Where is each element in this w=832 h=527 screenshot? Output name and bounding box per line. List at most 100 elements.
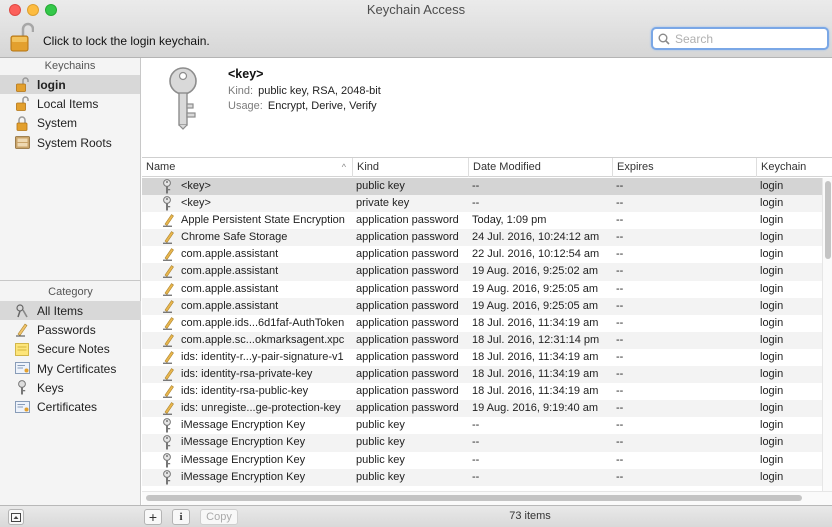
table-row[interactable]: ids: identity-rsa-private-key application…: [142, 366, 832, 384]
cell-keychain: login: [760, 180, 784, 192]
column-header-name[interactable]: Name ^: [142, 158, 352, 177]
password-pencil-icon: [162, 316, 176, 331]
sidebar-item-secure-notes[interactable]: Secure Notes: [0, 340, 141, 359]
cell-name: Apple Persistent State Encryption: [181, 214, 345, 227]
cell-date-modified: --: [472, 436, 480, 449]
table-body: <key> public key -- -- login <key> private key…: [142, 178, 832, 486]
cell-name: ids: unregiste...ge-protection-key: [181, 402, 341, 415]
certificate-icon: [14, 399, 30, 415]
password-pencil-icon: [162, 282, 176, 297]
cell-name: iMessage Encryption Key: [181, 453, 306, 466]
sidebar-item-system[interactable]: System: [0, 114, 140, 133]
cell-name: iMessage Encryption Key: [181, 419, 306, 432]
cell-date-modified: Today, 1:09 pm: [472, 214, 547, 227]
unlocked-padlock-icon: [14, 96, 30, 112]
cell-expires: --: [616, 419, 624, 432]
key-icon: [162, 418, 176, 433]
table-row[interactable]: Chrome Safe Storage application password 2…: [142, 229, 832, 247]
cell-expires: --: [616, 368, 624, 381]
table-row[interactable]: com.apple.assistant application password 1…: [142, 297, 832, 315]
cell-name: ids: identity-rsa-public-key: [181, 385, 309, 398]
item-kind: Kind: public key, RSA, 2048-bit: [228, 85, 381, 97]
sidebar-item-passwords[interactable]: Passwords: [0, 320, 141, 339]
cell-expires: --: [616, 333, 624, 346]
sidebar-item-label: My Certificates: [37, 361, 117, 376]
table-row[interactable]: com.apple.ids...6d1faf-AuthToken applicat…: [142, 315, 832, 332]
table-row[interactable]: <key> private key -- -- login: [142, 195, 832, 213]
password-pencil-icon: [162, 333, 176, 348]
search-field[interactable]: [651, 27, 829, 50]
cell-kind: public key: [356, 180, 405, 192]
column-header-date-modified[interactable]: Date Modified: [468, 158, 612, 177]
table-row[interactable]: com.apple.sc...okmarksagent.xpc applicati…: [142, 331, 832, 349]
table-row[interactable]: com.apple.assistant application password 1…: [142, 281, 832, 298]
sidebar-item-label: Certificates: [37, 400, 98, 415]
sidebar-item-certificates[interactable]: Certificates: [0, 397, 141, 416]
table-row[interactable]: Apple Persistent State Encryption applica…: [142, 212, 832, 229]
sidebar-item-local-items[interactable]: Local Items: [0, 94, 140, 113]
cell-name: com.apple.assistant: [181, 248, 279, 261]
table-row[interactable]: iMessage Encryption Key public key -- -- log…: [142, 468, 832, 486]
table-row[interactable]: iMessage Encryption Key public key -- -- log…: [142, 452, 832, 469]
cell-name: com.apple.ids...6d1faf-AuthToken: [181, 316, 345, 329]
search-input[interactable]: [675, 31, 823, 47]
vertical-scroll-thumb[interactable]: [825, 181, 831, 259]
table-row[interactable]: iMessage Encryption Key public key -- -- log…: [142, 434, 832, 452]
table-row[interactable]: com.apple.assistant application password 2…: [142, 246, 832, 263]
password-pencil-icon: [162, 264, 176, 279]
table-row[interactable]: ids: unregiste...ge-protection-key applic…: [142, 400, 832, 418]
table-row[interactable]: <key> public key -- -- login: [142, 178, 832, 196]
cell-name: com.apple.sc...okmarksagent.xpc: [181, 333, 345, 346]
cell-expires: --: [616, 248, 624, 261]
password-pencil-icon: [162, 350, 176, 365]
cell-keychain: login: [760, 368, 784, 381]
cell-keychain: login: [760, 197, 784, 210]
column-header-expires[interactable]: Expires: [612, 158, 756, 177]
column-header-keychain[interactable]: Keychain: [756, 158, 832, 177]
cell-keychain: login: [760, 385, 784, 398]
kind-label: Kind:: [228, 85, 254, 97]
cell-expires: --: [616, 470, 624, 483]
horizontal-scrollbar[interactable]: [142, 491, 832, 505]
cell-name: com.apple.assistant: [181, 282, 279, 295]
cell-name: iMessage Encryption Key: [181, 436, 306, 449]
sidebar-item-label: System Roots: [37, 135, 112, 150]
sidebar-item-label: Local Items: [37, 96, 99, 111]
cell-kind: application password: [356, 333, 459, 346]
password-pencil-icon: [162, 401, 176, 416]
cell-kind: application password: [356, 402, 459, 415]
table-row[interactable]: ids: identity-rsa-public-key application …: [142, 383, 832, 400]
cell-date-modified: 18 Jul. 2016, 11:34:19 am: [472, 316, 599, 329]
kind-value: public key, RSA, 2048-bit: [258, 85, 381, 97]
cell-name: <key>: [181, 180, 211, 192]
sidebar-item-system-roots[interactable]: System Roots: [0, 133, 140, 152]
sidebar-divider[interactable]: [0, 280, 141, 281]
cell-keychain: login: [760, 265, 784, 278]
sidebar-item-login[interactable]: login: [0, 75, 140, 95]
cell-expires: --: [616, 231, 624, 244]
sidebar-item-label: System: [37, 116, 78, 131]
table-row[interactable]: ids: identity-r...y-pair-signature-v1 app…: [142, 349, 832, 366]
table-row[interactable]: com.apple.assistant application password 1…: [142, 263, 832, 281]
usage-label: Usage:: [228, 100, 263, 112]
key-icon: [162, 179, 176, 194]
cell-date-modified: --: [472, 453, 480, 466]
column-header-kind[interactable]: Kind: [352, 158, 468, 177]
vertical-scrollbar[interactable]: [822, 178, 832, 491]
unlocked-padlock-icon[interactable]: [10, 22, 34, 52]
sidebar-item-all-items[interactable]: All Items: [0, 301, 141, 321]
sidebar-item-keys[interactable]: Keys: [0, 378, 141, 397]
window-toolbar: Keychain Access Click to lock the login …: [0, 0, 832, 58]
cell-date-modified: --: [472, 419, 480, 432]
item-detail-panel: <key> Kind: public key, RSA, 2048-bit Usa…: [142, 58, 832, 158]
cell-expires: --: [616, 436, 624, 449]
lock-keychain-message[interactable]: Click to lock the login keychain.: [43, 34, 210, 48]
horizontal-scroll-thumb[interactable]: [146, 495, 802, 501]
cell-date-modified: 18 Jul. 2016, 11:34:19 am: [472, 350, 599, 363]
search-icon: [658, 33, 670, 45]
sidebar-item-my-certificates[interactable]: My Certificates: [0, 359, 141, 378]
table-row[interactable]: iMessage Encryption Key public key -- -- log…: [142, 417, 832, 434]
cell-kind: public key: [356, 419, 405, 432]
cell-expires: --: [616, 214, 624, 227]
cell-expires: --: [616, 299, 624, 312]
